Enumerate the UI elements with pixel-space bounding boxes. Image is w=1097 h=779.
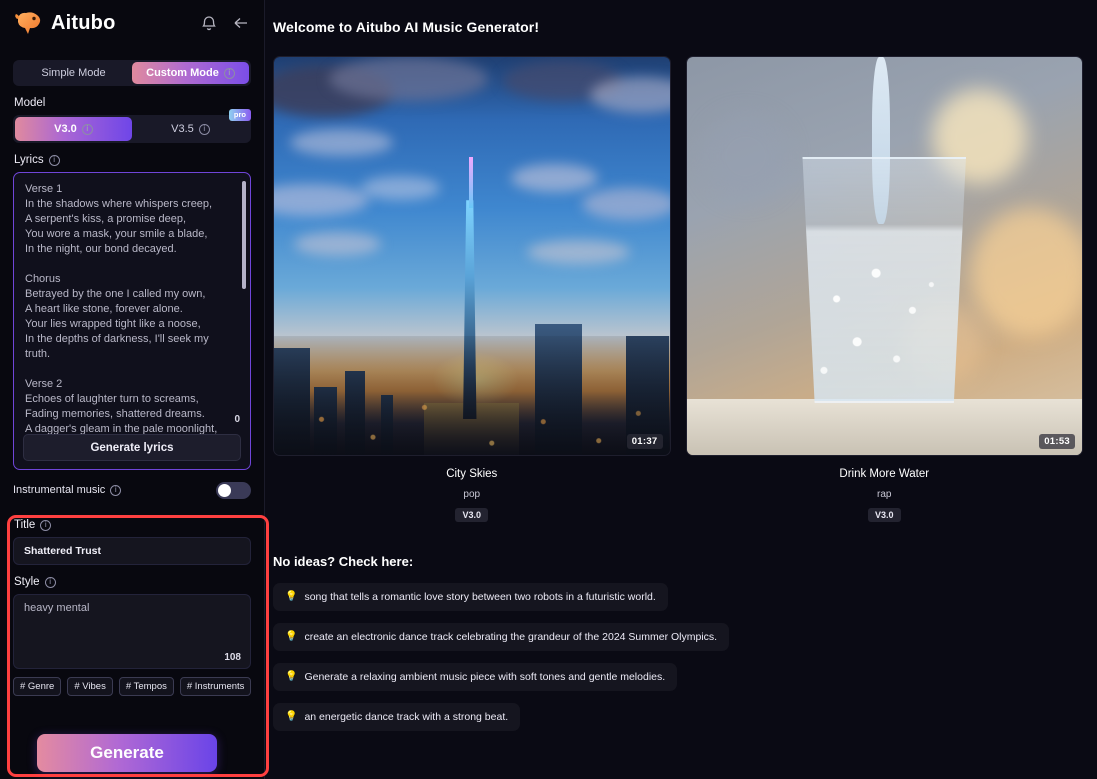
generate-button[interactable]: Generate bbox=[37, 734, 217, 772]
title-input[interactable]: Shattered Trust bbox=[13, 537, 251, 565]
card-genre: rap bbox=[877, 489, 892, 500]
card-version-badge: V3.0 bbox=[867, 508, 901, 522]
tag-genre[interactable]: # Genre bbox=[13, 677, 62, 696]
music-card-drink-more-water: 01:53 Drink More Water rap V3.0 bbox=[685, 56, 1084, 522]
page-title: Welcome to Aitubo AI Music Generator! bbox=[273, 19, 540, 35]
idea-text: Generate a relaxing ambient music piece … bbox=[304, 671, 666, 683]
lightbulb-icon: 💡 bbox=[285, 671, 298, 682]
title-label-text: Title bbox=[14, 519, 36, 531]
card-title: Drink More Water bbox=[839, 468, 930, 480]
idea-text: create an electronic dance track celebra… bbox=[304, 631, 718, 643]
cloud-shape bbox=[289, 128, 393, 157]
idea-suggestion-2[interactable]: 💡 create an electronic dance track celeb… bbox=[273, 623, 730, 651]
card-thumbnail-water[interactable]: 01:53 bbox=[685, 56, 1083, 456]
lightbulb-icon: 💡 bbox=[285, 711, 298, 722]
info-icon[interactable]: i bbox=[223, 67, 235, 79]
info-icon[interactable]: i bbox=[40, 519, 52, 531]
tag-tempos[interactable]: # Tempos bbox=[118, 677, 174, 696]
cloud-shape bbox=[527, 240, 630, 264]
bell-icon[interactable] bbox=[200, 14, 218, 32]
model-selector-group: V3.0 i V3.5 i pro bbox=[13, 109, 251, 143]
instrumental-label: Instrumental music i bbox=[13, 484, 122, 496]
info-icon[interactable]: i bbox=[48, 154, 60, 166]
info-icon[interactable]: i bbox=[110, 484, 122, 496]
brand-name: Aitubo bbox=[51, 11, 116, 34]
bokeh-light bbox=[702, 112, 790, 201]
idea-suggestion-1[interactable]: 💡 song that tells a romantic love story … bbox=[273, 583, 668, 611]
header-icon-group bbox=[200, 14, 250, 32]
model-option-v35[interactable]: V3.5 i pro bbox=[132, 109, 251, 141]
model-option-v30[interactable]: V3.0 i bbox=[15, 117, 132, 141]
model-section-label: Model bbox=[14, 97, 264, 109]
lyrics-label-text: Lyrics bbox=[14, 154, 44, 166]
instrumental-label-text: Instrumental music bbox=[13, 484, 106, 496]
lyrics-section-label: Lyrics i bbox=[14, 154, 264, 166]
lyrics-panel: Verse 1 In the shadows where whispers cr… bbox=[13, 172, 251, 470]
featured-cards: 01:37 City Skies pop V3.0 01:53 Drink Mo… bbox=[273, 56, 1083, 522]
lightbulb-icon: 💡 bbox=[285, 631, 298, 642]
info-icon[interactable]: i bbox=[44, 576, 56, 588]
card-version-row: V3.0 bbox=[273, 508, 671, 522]
cloud-shape bbox=[582, 188, 670, 221]
ideas-heading: No ideas? Check here: bbox=[273, 554, 414, 569]
style-tag-group: # Genre # Vibes # Tempos # Instruments bbox=[13, 677, 264, 696]
music-card-city-skies: 01:37 City Skies pop V3.0 bbox=[273, 56, 671, 522]
style-char-count: 108 bbox=[224, 652, 241, 663]
instrumental-music-row: Instrumental music i bbox=[13, 479, 251, 501]
app-root: Aitubo Simple Mode Custom Mode i Model V… bbox=[0, 0, 1097, 779]
lyrics-textarea[interactable]: Verse 1 In the shadows where whispers cr… bbox=[14, 182, 248, 442]
idea-suggestion-4[interactable]: 💡 an energetic dance track with a strong… bbox=[273, 703, 521, 731]
sidebar: Aitubo Simple Mode Custom Mode i Model V… bbox=[0, 0, 265, 779]
sidebar-header: Aitubo bbox=[0, 0, 264, 46]
tower-spire bbox=[468, 156, 473, 209]
toggle-knob bbox=[218, 483, 231, 497]
pro-badge: pro bbox=[228, 109, 251, 121]
style-textarea[interactable]: heavy mental 108 bbox=[13, 594, 251, 669]
style-value: heavy mental bbox=[24, 602, 90, 614]
style-field-label: Style i bbox=[14, 576, 264, 588]
mode-toggle-group: Simple Mode Custom Mode i bbox=[13, 60, 251, 86]
lightbulb-icon: 💡 bbox=[285, 591, 298, 602]
style-label-text: Style bbox=[14, 576, 40, 588]
model-v30-label: V3.0 bbox=[54, 123, 77, 135]
bokeh-light bbox=[971, 208, 1083, 336]
back-arrow-icon[interactable] bbox=[232, 14, 250, 32]
card-version-badge: V3.0 bbox=[455, 508, 488, 522]
cloud-shape bbox=[293, 232, 381, 256]
model-label-text: Model bbox=[14, 97, 46, 109]
info-icon[interactable]: i bbox=[81, 123, 93, 135]
custom-mode-button[interactable]: Custom Mode i bbox=[132, 62, 249, 84]
cloud-shape bbox=[329, 57, 488, 101]
duration-badge: 01:37 bbox=[626, 434, 663, 449]
card-thumbnail-city[interactable]: 01:37 bbox=[273, 56, 671, 456]
tag-instruments[interactable]: # Instruments bbox=[179, 677, 252, 696]
simple-mode-label: Simple Mode bbox=[41, 67, 106, 79]
idea-text: song that tells a romantic love story be… bbox=[304, 591, 656, 603]
model-v35-label: V3.5 bbox=[171, 123, 194, 135]
generate-lyrics-button[interactable]: Generate lyrics bbox=[23, 434, 241, 461]
lyrics-scrollbar-thumb[interactable] bbox=[242, 181, 246, 289]
card-genre: pop bbox=[463, 489, 481, 500]
main-content: Welcome to Aitubo AI Music Generator! 01… bbox=[265, 0, 1097, 779]
city-lights bbox=[274, 335, 670, 455]
idea-text: an energetic dance track with a strong b… bbox=[304, 711, 509, 723]
idea-suggestion-3[interactable]: 💡 Generate a relaxing ambient music piec… bbox=[273, 663, 678, 691]
lyrics-char-count: 0 bbox=[234, 414, 240, 425]
card-title: City Skies bbox=[446, 468, 498, 480]
duration-badge: 01:53 bbox=[1039, 434, 1075, 449]
aitubo-logo-icon bbox=[14, 10, 44, 36]
card-version-row: V3.0 bbox=[686, 508, 1084, 522]
table-surface bbox=[686, 399, 1082, 455]
instrumental-music-toggle[interactable] bbox=[216, 481, 251, 499]
info-icon[interactable]: i bbox=[198, 123, 210, 135]
simple-mode-button[interactable]: Simple Mode bbox=[15, 62, 132, 84]
water-bubbles bbox=[805, 256, 964, 400]
title-field-label: Title i bbox=[14, 519, 264, 531]
ideas-list: 💡 song that tells a romantic love story … bbox=[273, 583, 1083, 731]
tag-vibes[interactable]: # Vibes bbox=[67, 677, 113, 696]
custom-mode-label: Custom Mode bbox=[146, 67, 219, 79]
